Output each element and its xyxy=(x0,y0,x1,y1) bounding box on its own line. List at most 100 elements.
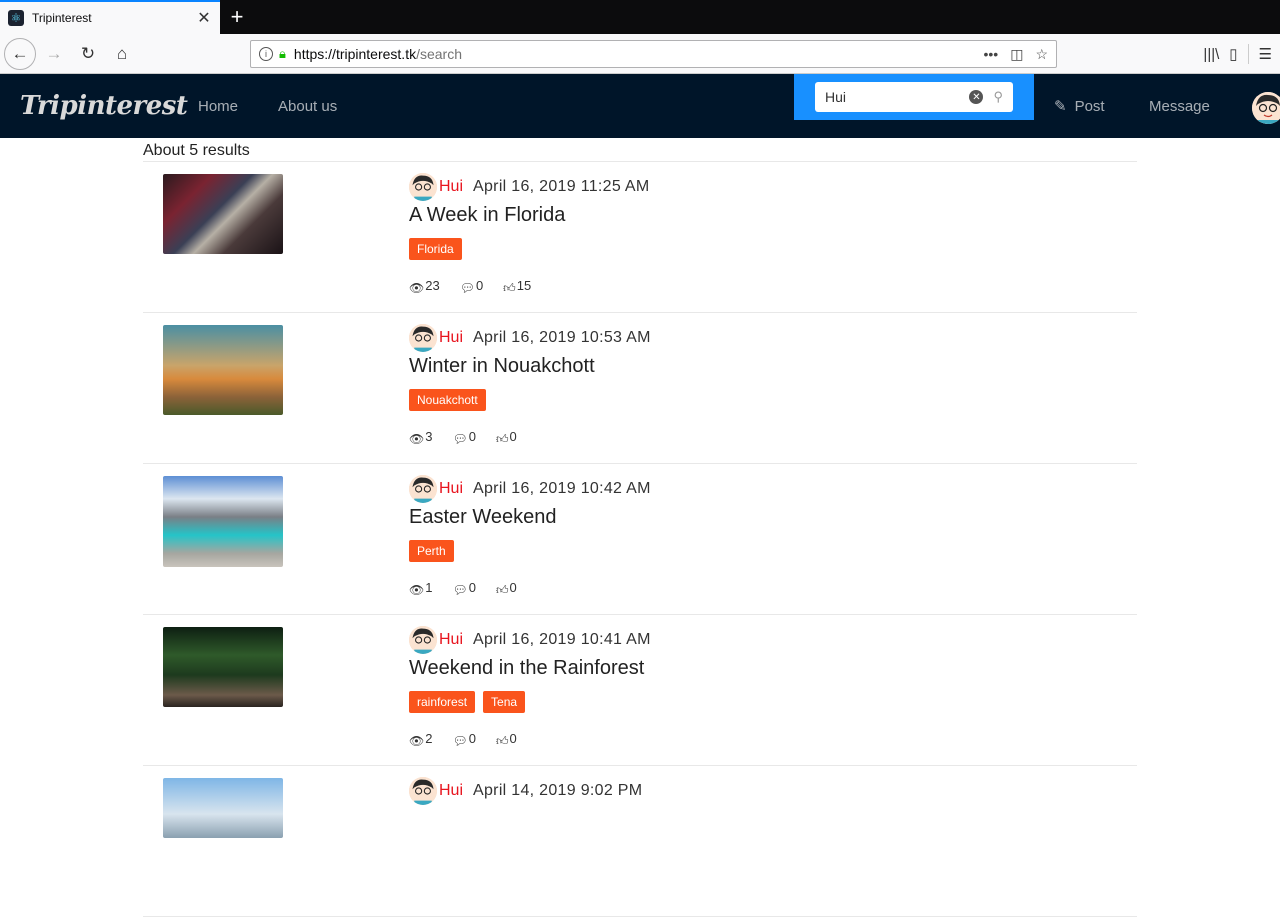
likes-stat[interactable]: 👍︎ 0 xyxy=(495,429,517,446)
back-button[interactable]: ← xyxy=(4,37,36,70)
react-favicon-icon: ⚛ xyxy=(8,10,24,26)
post-thumbnail[interactable] xyxy=(163,778,283,838)
post-date: April 14, 2019 9:02 PM xyxy=(473,782,643,799)
eye-icon: 👁︎ xyxy=(409,733,425,748)
browser-navbar: ← → ↻ ⌂ i 🔒︎ https://tripinterest.tk/sea… xyxy=(0,34,1280,74)
comments-count: 0 xyxy=(468,730,476,746)
comments-stat[interactable]: 💬︎ 0 xyxy=(460,277,484,295)
result-item[interactable]: Hui April 16, 2019 10:41 AM Weekend in t… xyxy=(143,615,1137,766)
author-avatar[interactable] xyxy=(409,777,437,805)
tag[interactable]: Florida xyxy=(409,238,462,260)
likes-count: 0 xyxy=(509,730,517,746)
views-stat: 👁︎ 1 xyxy=(409,579,433,597)
post-date: April 16, 2019 11:25 AM xyxy=(473,178,650,195)
edit-icon: ✎ xyxy=(1054,98,1067,115)
views-count: 23 xyxy=(425,277,440,293)
likes-stat[interactable]: 👍︎ 0 xyxy=(495,730,517,748)
post-title[interactable]: A Week in Florida xyxy=(409,204,650,232)
likes-count: 15 xyxy=(516,277,532,293)
url-host: https://tripinterest.tk xyxy=(293,46,417,62)
post-title[interactable]: Winter in Nouakchott xyxy=(409,355,651,383)
post-thumbnail[interactable] xyxy=(163,627,283,707)
post-thumbnail[interactable] xyxy=(163,476,283,567)
home-button[interactable]: ⌂ xyxy=(106,38,138,70)
site-logo[interactable]: Tripinterest xyxy=(20,91,188,121)
author-avatar[interactable] xyxy=(409,173,437,201)
views-count: 3 xyxy=(425,428,433,444)
author-name[interactable]: Hui xyxy=(439,480,463,498)
menu-hamburger-icon[interactable]: ☰ xyxy=(1259,45,1272,63)
bookmark-star-icon[interactable]: ☆ xyxy=(1035,46,1048,63)
toolbar-divider xyxy=(1247,44,1249,64)
nav-message[interactable]: Message xyxy=(1149,74,1210,138)
nav-about-us[interactable]: About us xyxy=(258,74,357,138)
search-results: About 5 results Hui April 16, 2019 11:25… xyxy=(143,138,1137,917)
comments-count: 0 xyxy=(475,277,484,293)
post-thumbnail[interactable] xyxy=(163,174,283,254)
info-icon[interactable]: i xyxy=(259,47,273,61)
pocket-icon[interactable]: ◫ xyxy=(1010,46,1023,63)
views-count: 2 xyxy=(425,730,433,746)
reload-button[interactable]: ↻ xyxy=(72,38,104,70)
author-name[interactable]: Hui xyxy=(439,329,463,347)
thumbs-up-icon: 👍︎ xyxy=(495,431,509,446)
post-thumbnail[interactable] xyxy=(163,325,283,415)
author-avatar[interactable] xyxy=(409,475,437,503)
page-actions-icon[interactable]: ••• xyxy=(983,46,998,63)
views-stat: 👁︎ 3 xyxy=(409,428,433,446)
likes-stat[interactable]: 👍︎ 15 xyxy=(503,277,532,295)
tag[interactable]: Perth xyxy=(409,540,454,562)
post-date: April 16, 2019 10:53 AM xyxy=(473,329,651,346)
result-item[interactable]: Hui April 16, 2019 11:25 AM A Week in Fl… xyxy=(143,162,1137,313)
likes-count: 0 xyxy=(509,579,517,595)
post-date: April 16, 2019 10:41 AM xyxy=(473,631,651,648)
app-header: Tripinterest Home About us ✕ ⚲ ✎ Post Me… xyxy=(0,74,1280,138)
tag[interactable]: rainforest xyxy=(409,691,476,713)
thumbs-up-icon: 👍︎ xyxy=(495,733,509,748)
result-item[interactable]: Hui April 16, 2019 10:53 AM Winter in No… xyxy=(143,313,1137,464)
library-icon[interactable]: |||\ xyxy=(1203,46,1219,63)
nav-post[interactable]: ✎ Post xyxy=(1054,74,1105,138)
result-item[interactable]: Hui April 14, 2019 9:02 PM xyxy=(143,766,1137,917)
search-field[interactable]: ✕ ⚲ xyxy=(815,82,1013,112)
author-name[interactable]: Hui xyxy=(439,178,463,196)
forward-button[interactable]: → xyxy=(38,38,70,70)
nav-home[interactable]: Home xyxy=(178,74,258,138)
result-item[interactable]: Hui April 16, 2019 10:42 AM Easter Weeke… xyxy=(143,464,1137,615)
comments-stat[interactable]: 💬︎ 0 xyxy=(452,429,475,446)
clear-search-icon[interactable]: ✕ xyxy=(969,90,984,104)
author-avatar[interactable] xyxy=(409,324,437,352)
sidebar-icon[interactable]: ▯ xyxy=(1229,45,1237,63)
post-date: April 16, 2019 10:42 AM xyxy=(473,480,651,497)
comments-count: 0 xyxy=(468,579,476,595)
author-name[interactable]: Hui xyxy=(439,631,463,649)
author-avatar[interactable] xyxy=(409,626,437,654)
tag[interactable]: Nouakchott xyxy=(409,389,486,411)
comment-icon: 💬︎ xyxy=(452,733,468,748)
post-title[interactable]: Weekend in the Rainforest xyxy=(409,657,651,685)
tab-title: Tripinterest xyxy=(32,11,92,25)
browser-tabbar: ⚛ Tripinterest ✕ + xyxy=(0,0,1280,34)
new-tab-button[interactable]: + xyxy=(220,0,254,34)
likes-stat[interactable]: 👍︎ 0 xyxy=(495,579,517,597)
eye-icon: 👁︎ xyxy=(409,280,425,295)
comments-stat[interactable]: 💬︎ 0 xyxy=(452,579,476,597)
user-avatar[interactable] xyxy=(1252,92,1280,124)
comment-icon: 💬︎ xyxy=(452,431,468,446)
author-name[interactable]: Hui xyxy=(439,782,463,800)
url-path: /search xyxy=(416,46,463,62)
address-bar[interactable]: i 🔒︎ https://tripinterest.tk/search ••• … xyxy=(250,40,1057,68)
search-input[interactable] xyxy=(825,89,970,105)
views-stat: 👁︎ 2 xyxy=(409,730,433,748)
tag[interactable]: Tena xyxy=(483,691,526,713)
views-stat: 👁︎ 23 xyxy=(409,277,440,295)
browser-tab[interactable]: ⚛ Tripinterest ✕ xyxy=(0,0,220,34)
close-tab-icon[interactable]: ✕ xyxy=(196,8,212,28)
lock-icon[interactable]: 🔒︎ xyxy=(279,46,286,62)
comments-stat[interactable]: 💬︎ 0 xyxy=(452,730,476,748)
search-container: ✕ ⚲ xyxy=(794,74,1034,120)
search-icon[interactable]: ⚲ xyxy=(993,89,1003,105)
views-count: 1 xyxy=(425,579,433,595)
thumbs-up-icon: 👍︎ xyxy=(495,582,509,597)
post-title[interactable]: Easter Weekend xyxy=(409,506,651,534)
